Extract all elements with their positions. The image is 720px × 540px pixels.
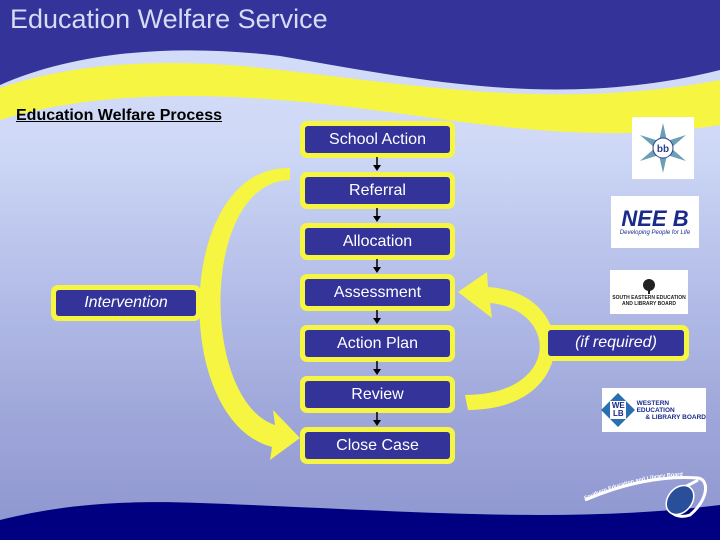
selb-logo: Southern Education and Library Board	[583, 472, 707, 518]
